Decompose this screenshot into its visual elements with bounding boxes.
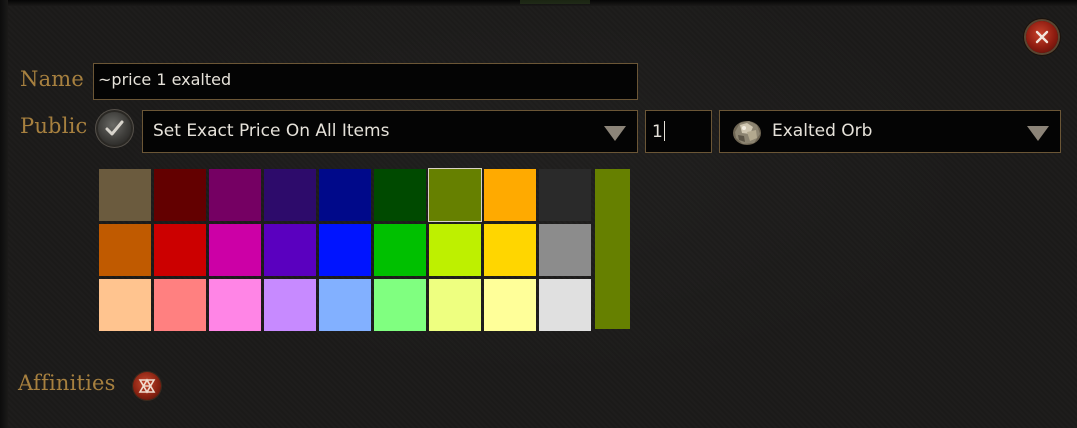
price-quantity-input[interactable]: 1	[645, 110, 712, 153]
color-swatch[interactable]	[484, 169, 536, 221]
color-swatch[interactable]	[264, 279, 316, 331]
affinities-button[interactable]	[133, 372, 161, 400]
color-swatch[interactable]	[264, 224, 316, 276]
exalted-orb-icon	[733, 121, 761, 145]
price-mode-dropdown[interactable]: Set Exact Price On All Items	[142, 110, 638, 153]
panel-left-edge	[0, 0, 8, 428]
checkmark-icon	[105, 120, 124, 136]
color-swatch[interactable]	[209, 169, 261, 221]
selected-color-preview	[595, 169, 630, 329]
color-swatch[interactable]	[539, 224, 591, 276]
color-swatch[interactable]	[428, 168, 482, 222]
color-swatch[interactable]	[154, 224, 206, 276]
triangle-down-icon	[1027, 126, 1049, 141]
color-swatch[interactable]	[484, 279, 536, 331]
color-swatch[interactable]	[374, 169, 426, 221]
color-swatch[interactable]	[319, 169, 371, 221]
price-quantity-value: 1	[652, 122, 663, 142]
public-label: Public	[20, 114, 88, 138]
color-swatch[interactable]	[154, 169, 206, 221]
color-swatch[interactable]	[209, 224, 261, 276]
color-swatch[interactable]	[429, 224, 481, 276]
color-swatch[interactable]	[209, 279, 261, 331]
color-swatch[interactable]	[319, 279, 371, 331]
affinities-label: Affinities	[18, 371, 116, 395]
price-mode-selected: Set Exact Price On All Items	[153, 121, 390, 141]
public-checkbox[interactable]	[98, 112, 131, 145]
triangle-down-icon	[604, 126, 626, 141]
color-swatch[interactable]	[319, 224, 371, 276]
background-foliage	[520, 0, 590, 4]
color-swatch[interactable]	[99, 224, 151, 276]
close-button[interactable]	[1026, 21, 1058, 53]
affinity-symbol-icon	[138, 378, 156, 394]
color-swatch[interactable]	[374, 224, 426, 276]
color-swatch[interactable]	[539, 169, 591, 221]
color-swatch[interactable]	[99, 169, 151, 221]
color-swatch[interactable]	[154, 279, 206, 331]
name-input[interactable]: ~price 1 exalted	[93, 63, 638, 100]
name-label: Name	[20, 67, 85, 91]
color-swatch[interactable]	[374, 279, 426, 331]
currency-selected: Exalted Orb	[772, 121, 873, 141]
color-swatch[interactable]	[99, 279, 151, 331]
close-icon	[1035, 30, 1049, 44]
color-swatch[interactable]	[429, 279, 481, 331]
panel-top-edge	[0, 0, 1077, 6]
stash-tab-settings-panel: Name ~price 1 exalted Public Set Exact P…	[0, 0, 1077, 428]
text-caret	[663, 121, 665, 141]
color-swatch[interactable]	[264, 169, 316, 221]
currency-dropdown[interactable]: Exalted Orb	[719, 110, 1061, 153]
color-swatch[interactable]	[484, 224, 536, 276]
color-swatch[interactable]	[539, 279, 591, 331]
